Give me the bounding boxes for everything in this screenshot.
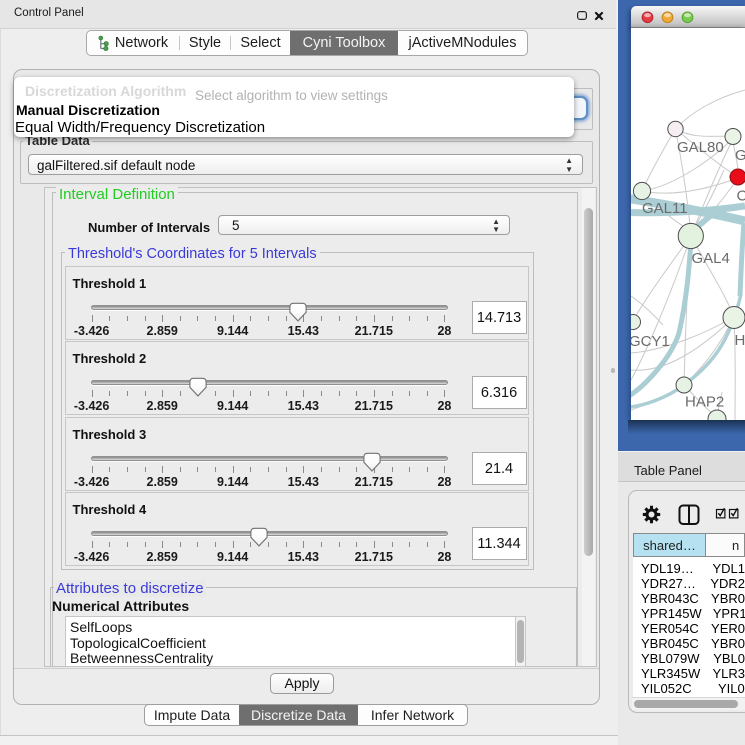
- svg-text:GCY1: GCY1: [631, 333, 670, 350]
- svg-text:GAL11: GAL11: [642, 200, 688, 217]
- svg-text:GAL80: GAL80: [677, 139, 724, 156]
- svg-text:GAL4: GAL4: [692, 250, 730, 267]
- svg-text:H: H: [735, 332, 745, 349]
- svg-text:HAP2: HAP2: [685, 394, 724, 411]
- svg-text:C: C: [737, 188, 745, 205]
- svg-text:G: G: [735, 147, 745, 164]
